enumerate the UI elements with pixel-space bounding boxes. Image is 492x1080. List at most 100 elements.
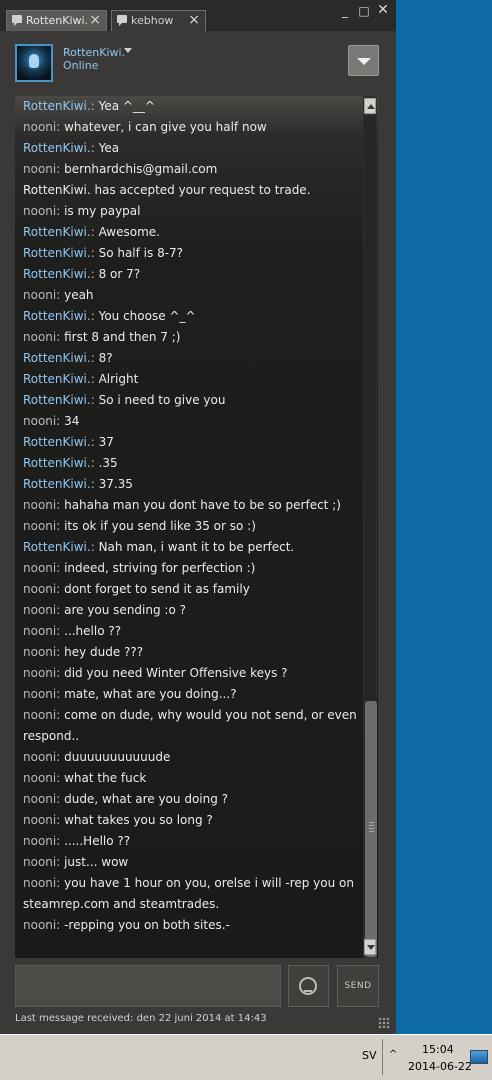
message-sender[interactable]: nooni xyxy=(23,687,56,701)
message-text: Yea ^__^ xyxy=(98,99,155,113)
message-sender[interactable]: nooni xyxy=(23,750,56,764)
message-input[interactable] xyxy=(15,965,281,1007)
message-sender[interactable]: nooni xyxy=(23,666,56,680)
message-text: Yea xyxy=(98,141,120,155)
chat-message: nooni: come on dude, why would you not s… xyxy=(23,708,357,743)
message-sender[interactable]: nooni xyxy=(23,918,56,932)
message-sender[interactable]: nooni xyxy=(23,603,56,617)
scroll-track[interactable] xyxy=(364,116,377,957)
avatar[interactable] xyxy=(15,44,53,82)
last-message-received: Last message received: den 22 juni 2014 … xyxy=(15,1013,267,1024)
minimize-button[interactable]: _ xyxy=(337,4,353,18)
message-text: first 8 and then 7 ;) xyxy=(64,330,181,344)
message-text: did you need Winter Offensive keys ? xyxy=(64,666,288,680)
message-sender[interactable]: RottenKiwi. xyxy=(23,540,91,554)
message-text: So i need to give you xyxy=(98,393,226,407)
chat-message: RottenKiwi.: 37 xyxy=(23,435,114,449)
chat-scrollbar[interactable] xyxy=(363,96,377,958)
message-sender[interactable]: nooni xyxy=(23,708,56,722)
message-sender[interactable]: nooni xyxy=(23,120,56,134)
message-sender[interactable]: RottenKiwi. xyxy=(23,477,91,491)
message-sender[interactable]: nooni xyxy=(23,834,56,848)
chat-message: RottenKiwi.: Yea xyxy=(23,141,120,155)
message-sender[interactable]: RottenKiwi. xyxy=(23,225,91,239)
chat-tab-rottenkiwi[interactable]: RottenKiwi. × xyxy=(6,10,107,31)
message-text: So half is 8-7? xyxy=(98,246,184,260)
message-sender[interactable]: nooni xyxy=(23,561,56,575)
message-sender[interactable]: nooni xyxy=(23,414,56,428)
friend-username[interactable]: RottenKiwi. xyxy=(63,46,125,59)
message-sender[interactable]: nooni xyxy=(23,624,56,638)
message-sender[interactable]: nooni xyxy=(23,582,56,596)
message-sender[interactable]: RottenKiwi. xyxy=(23,141,91,155)
chat-message: nooni: -repping you on both sites.- xyxy=(23,918,230,932)
clock-date[interactable]: 2014-06-22 xyxy=(408,1060,472,1073)
chat-message: nooni: dude, what are you doing ? xyxy=(23,792,229,806)
message-text: you have 1 hour on you, orelse i will -r… xyxy=(23,876,354,911)
message-sender[interactable]: nooni xyxy=(23,771,56,785)
scroll-up-arrow-icon[interactable] xyxy=(364,98,376,114)
chat-message: RottenKiwi.: Awesome. xyxy=(23,225,160,239)
chat-message: nooni: what the fuck xyxy=(23,771,147,785)
message-sender[interactable]: RottenKiwi. xyxy=(23,267,91,281)
message-sender[interactable]: nooni xyxy=(23,162,56,176)
message-text: Alright xyxy=(98,372,139,386)
chat-message: nooni: hey dude ??? xyxy=(23,645,144,659)
message-sender[interactable]: RottenKiwi. xyxy=(23,99,91,113)
message-sender[interactable]: nooni xyxy=(23,204,56,218)
message-sender[interactable]: RottenKiwi. xyxy=(23,246,91,260)
message-text: Awesome. xyxy=(98,225,160,239)
message-sender[interactable]: RottenKiwi. xyxy=(23,372,91,386)
message-sender[interactable]: nooni xyxy=(23,855,56,869)
friend-status: Online xyxy=(63,59,99,72)
clock-time[interactable]: 15:04 xyxy=(422,1043,454,1056)
message-text: hahaha man you dont have to be so perfec… xyxy=(64,498,341,512)
message-sender[interactable]: nooni xyxy=(23,792,56,806)
message-text: hey dude ??? xyxy=(64,645,144,659)
message-sender[interactable]: RottenKiwi. xyxy=(23,309,91,323)
tray-divider xyxy=(382,1039,383,1075)
message-sender[interactable]: nooni xyxy=(23,288,56,302)
maximize-button[interactable]: □ xyxy=(356,4,372,18)
message-sender[interactable]: nooni xyxy=(23,813,56,827)
message-sender[interactable]: RottenKiwi. xyxy=(23,456,91,470)
message-sender[interactable]: nooni xyxy=(23,498,56,512)
chevron-down-icon[interactable] xyxy=(124,48,132,53)
emoticon-button[interactable] xyxy=(288,965,329,1007)
message-sender[interactable]: nooni xyxy=(23,876,56,890)
message-text: come on dude, why would you not send, or… xyxy=(23,708,357,743)
chat-message: RottenKiwi.: Yea ^__^ xyxy=(23,99,155,113)
message-sender[interactable]: nooni xyxy=(23,519,56,533)
chat-message: nooni: whatever, i can give you half now xyxy=(23,120,267,134)
chat-message: nooni: .....Hello ?? xyxy=(23,834,131,848)
chat-message: nooni: is my paypal xyxy=(23,204,141,218)
tab-close-icon[interactable]: × xyxy=(89,12,101,28)
message-text: Nah man, i want it to be perfect. xyxy=(98,540,295,554)
title-bar[interactable]: RottenKiwi. × kebhow × _ □ ✕ xyxy=(0,0,396,31)
message-text: its ok if you send like 35 or so :) xyxy=(64,519,256,533)
message-sender[interactable]: RottenKiwi. xyxy=(23,351,91,365)
chat-message: RottenKiwi.: 37.35 xyxy=(23,477,133,491)
message-text: .35 xyxy=(98,456,118,470)
chat-options-button[interactable] xyxy=(348,45,379,76)
message-sender[interactable]: RottenKiwi. xyxy=(23,435,91,449)
message-sender[interactable]: RottenKiwi. xyxy=(23,393,91,407)
close-window-button[interactable]: ✕ xyxy=(375,2,391,18)
scroll-down-arrow-icon[interactable] xyxy=(364,939,376,955)
show-desktop-icon[interactable] xyxy=(470,1050,488,1064)
message-text: what the fuck xyxy=(64,771,147,785)
message-text: 37 xyxy=(98,435,114,449)
scroll-thumb[interactable] xyxy=(365,701,377,957)
tab-close-icon[interactable]: × xyxy=(188,12,200,28)
message-sender[interactable]: nooni xyxy=(23,645,56,659)
send-button[interactable]: SEND xyxy=(337,965,379,1007)
chat-tab-kebhow[interactable]: kebhow × xyxy=(111,10,206,31)
message-text: are you sending :o ? xyxy=(64,603,186,617)
message-sender[interactable]: nooni xyxy=(23,330,56,344)
chat-message: nooni: yeah xyxy=(23,288,94,302)
message-text: just... wow xyxy=(64,855,129,869)
chat-message: nooni: did you need Winter Offensive key… xyxy=(23,666,288,680)
resize-grip-icon[interactable] xyxy=(378,1017,390,1029)
language-indicator[interactable]: SV xyxy=(362,1049,377,1062)
tray-expand-icon[interactable]: ^ xyxy=(389,1049,397,1060)
